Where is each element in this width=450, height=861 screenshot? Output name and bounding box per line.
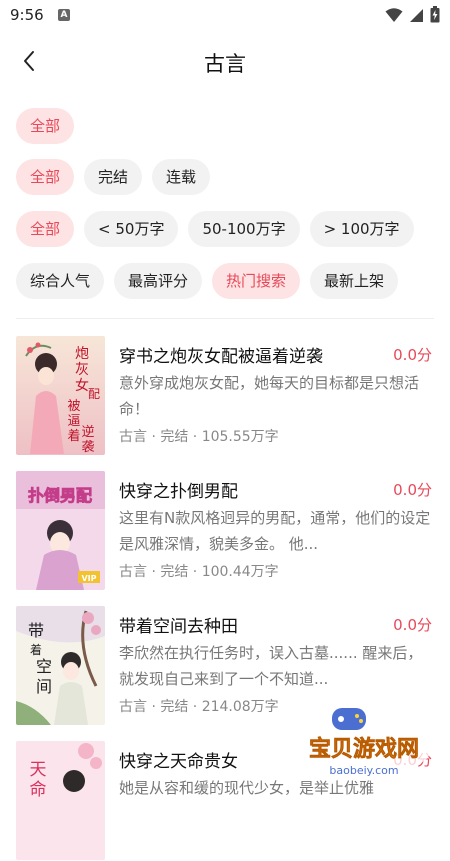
book-title: 带着空间去种田: [119, 612, 238, 637]
chip-status-serial[interactable]: 连载: [152, 159, 210, 195]
svg-text:带: 带: [28, 621, 44, 640]
book-title: 穿书之炮灰女配被逼着逆袭: [119, 342, 323, 367]
book-meta: 古言 · 完结 · 105.55万字: [119, 426, 279, 446]
book-cover[interactable]: 炮 灰 女 配 被 逼 着 逆 袭: [16, 336, 105, 455]
chip-sort-popular[interactable]: 综合人气: [16, 263, 104, 299]
battery-icon: [430, 6, 440, 23]
status-time: 9:56: [10, 6, 44, 24]
book-title: 快穿之天命贵女: [119, 747, 238, 772]
book-meta: 古言 · 完结 · 100.44万字: [119, 561, 279, 581]
chip-sort-hot-search[interactable]: 热门搜索: [212, 263, 300, 299]
svg-text:着: 着: [67, 428, 80, 444]
status-icons: [385, 6, 440, 23]
cover-title-text: 炮: [75, 346, 89, 362]
watermark-logo: 宝贝游戏网 baobeiy.com: [280, 702, 440, 782]
svg-text:空: 空: [36, 657, 52, 676]
svg-text:被: 被: [67, 399, 80, 414]
book-description: 这里有N款风格迥异的男配，通常，他们的设定是风雅深情，貌美多金。 他...: [119, 505, 433, 557]
divider: [16, 318, 434, 319]
book-cover[interactable]: 天 命: [16, 741, 105, 860]
chip-status-complete[interactable]: 完结: [84, 159, 142, 195]
svg-text:配: 配: [88, 387, 100, 401]
book-description: 意外穿成炮灰女配，她每天的目标都是只想活命！: [119, 370, 433, 422]
svg-text:逼: 逼: [67, 414, 80, 429]
a-icon: A: [58, 9, 70, 21]
svg-text:VIP: VIP: [81, 574, 96, 583]
watermark-url: baobeiy.com: [329, 764, 398, 777]
chip-words-under-50[interactable]: < 50万字: [84, 211, 178, 247]
watermark-title: 宝贝游戏网: [309, 736, 419, 762]
chip-words-50-100[interactable]: 50-100万字: [188, 211, 299, 247]
svg-text:间: 间: [36, 677, 52, 696]
filter-row-wordcount: 全部 < 50万字 50-100万字 > 100万字: [16, 211, 414, 247]
svg-text:扑倒男配: 扑倒男配: [28, 486, 92, 505]
book-description: 李欣然在执行任务时，误入古墓...... 醒来后，就发现自己来到了一个不知道..…: [119, 640, 433, 692]
book-cover[interactable]: 扑倒男配 VIP: [16, 471, 105, 590]
chip-words-over-100[interactable]: > 100万字: [310, 211, 414, 247]
svg-text:天: 天: [30, 760, 47, 780]
page-title: 古言: [0, 48, 450, 78]
status-bar: 9:56 A: [0, 0, 450, 32]
svg-text:袭: 袭: [81, 440, 94, 455]
svg-text:灰: 灰: [75, 362, 89, 378]
chip-sort-newest[interactable]: 最新上架: [310, 263, 398, 299]
chip-words-all[interactable]: 全部: [16, 211, 74, 247]
chip-sort-rating[interactable]: 最高评分: [114, 263, 202, 299]
svg-text:女: 女: [75, 377, 89, 394]
filter-row-category: 全部: [16, 108, 74, 144]
book-score: 0.0分: [393, 614, 432, 635]
list-item[interactable]: 扑倒男配 VIP 快穿之扑倒男配 0.0分 这里有N款风格迥异的男配，通常，他们…: [0, 471, 450, 591]
book-score: 0.0分: [393, 479, 432, 500]
chip-category-all[interactable]: 全部: [16, 108, 74, 144]
filter-row-status: 全部 完结 连载: [16, 159, 210, 195]
header: 古言: [0, 32, 450, 88]
book-meta: 古言 · 完结 · 214.08万字: [119, 696, 279, 716]
filter-row-sort: 综合人气 最高评分 热门搜索 最新上架: [16, 263, 398, 299]
book-score: 0.0分: [393, 344, 432, 365]
book-title: 快穿之扑倒男配: [119, 477, 238, 502]
book-cover[interactable]: 带 着 空 间: [16, 606, 105, 725]
svg-text:命: 命: [30, 780, 47, 800]
wifi-icon: [385, 7, 403, 23]
signal-icon: [409, 7, 424, 23]
svg-text:着: 着: [30, 642, 42, 657]
svg-text:逆: 逆: [81, 424, 94, 440]
chip-status-all[interactable]: 全部: [16, 159, 74, 195]
list-item[interactable]: 炮 灰 女 配 被 逼 着 逆 袭 穿书之炮灰女配被逼着逆袭 0.0分 意外穿成…: [0, 336, 450, 456]
